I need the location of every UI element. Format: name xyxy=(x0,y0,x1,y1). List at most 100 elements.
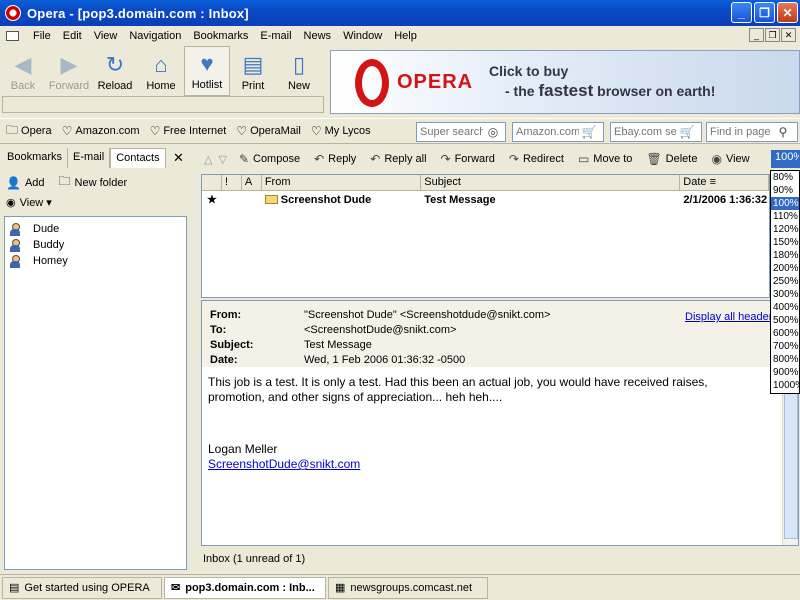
menu-email[interactable]: E-mail xyxy=(254,30,297,42)
menu-file[interactable]: File xyxy=(27,30,57,42)
mdi-minimize-button[interactable]: _ xyxy=(749,28,764,42)
col-from[interactable]: From xyxy=(262,175,422,190)
print-button[interactable]: ▤ Print xyxy=(230,46,276,96)
zoom-option[interactable]: 1000% xyxy=(771,379,799,392)
add-contact-button[interactable]: 👤 Add xyxy=(6,172,45,193)
zoom-option[interactable]: 250% xyxy=(771,275,799,288)
contact-item[interactable]: Homey xyxy=(5,253,186,269)
view-mail-button[interactable]: ◉ View xyxy=(711,152,749,166)
menu-news[interactable]: News xyxy=(298,30,338,42)
zoom-option[interactable]: 800% xyxy=(771,353,799,366)
close-button[interactable]: ✕ xyxy=(777,2,798,23)
home-button[interactable]: ⌂ Home xyxy=(138,46,184,96)
maximize-button[interactable]: ❐ xyxy=(754,2,775,23)
mdi-close-button[interactable]: ✕ xyxy=(781,28,796,42)
star-icon[interactable]: ★ xyxy=(202,193,222,206)
scrollbar-thumb[interactable] xyxy=(784,389,798,539)
personal-item-free-internet[interactable]: ♡ Free Internet xyxy=(150,124,227,138)
col-priority[interactable]: ! xyxy=(222,175,242,190)
reply-all-button[interactable]: ↶ Reply all xyxy=(370,152,426,166)
message-row[interactable]: ★ Screenshot Dude Test Message 2/1/2006 … xyxy=(202,191,769,208)
super-search-input[interactable] xyxy=(417,124,483,140)
close-icon[interactable]: ✕ xyxy=(173,150,184,166)
amazon-search-input[interactable] xyxy=(513,124,579,140)
zoom-option[interactable]: 500% xyxy=(771,314,799,327)
preview-scrollbar[interactable] xyxy=(782,371,798,545)
forward-button[interactable]: ▶ Forward xyxy=(46,46,92,96)
menu-window[interactable]: Window xyxy=(337,30,388,42)
menu-view[interactable]: View xyxy=(88,30,124,42)
cart-icon[interactable]: 🛒 xyxy=(677,124,697,140)
personal-item-operamail[interactable]: ♡ OperaMail xyxy=(236,124,301,138)
signature-email-link[interactable]: ScreenshotDude@snikt.com xyxy=(208,457,360,471)
zoom-option[interactable]: 600% xyxy=(771,327,799,340)
zoom-option[interactable]: 180% xyxy=(771,249,799,262)
zoom-input[interactable]: 100% xyxy=(771,150,800,168)
zoom-option[interactable]: 400% xyxy=(771,301,799,314)
menu-bookmarks[interactable]: Bookmarks xyxy=(187,30,254,42)
move-to-button[interactable]: ▭ Move to xyxy=(578,152,632,166)
zoom-option[interactable]: 80% xyxy=(771,171,799,184)
new-folder-button[interactable]: 🗀 New folder xyxy=(59,172,128,193)
zoom-option[interactable]: 900% xyxy=(771,366,799,379)
search-icon[interactable]: ◎ xyxy=(483,124,503,140)
col-star[interactable] xyxy=(202,175,222,190)
col-subject[interactable]: Subject xyxy=(421,175,681,190)
tab-newsgroups[interactable]: ▦ newsgroups.comcast.net xyxy=(328,576,488,599)
reply-button[interactable]: ↶ Reply xyxy=(314,152,356,166)
tab-contacts[interactable]: Contacts xyxy=(110,148,166,168)
opera-app-icon[interactable] xyxy=(5,5,21,21)
back-arrow-icon: ◀ xyxy=(14,52,32,77)
col-date[interactable]: Date ≡ xyxy=(680,175,769,190)
message-preview: From: "Screenshot Dude" <Screenshotdude@… xyxy=(201,300,799,546)
opera-banner-ad[interactable]: OPERA Click to buy - the fastest browser… xyxy=(330,50,800,114)
zoom-option-selected[interactable]: 100% xyxy=(771,197,799,210)
view-menu-button[interactable]: ◉ View ▾ xyxy=(6,196,52,209)
tab-bookmarks[interactable]: Bookmarks xyxy=(2,148,69,168)
magnifier-icon[interactable]: ⚲ xyxy=(773,124,793,140)
zoom-option[interactable]: 110% xyxy=(771,210,799,223)
redirect-button[interactable]: ↷ Redirect xyxy=(509,152,564,166)
to-value[interactable]: <ScreenshotDude@snikt.com> xyxy=(304,324,456,339)
personal-item-mylycos[interactable]: ♡ My Lycos xyxy=(311,124,371,138)
minimize-button[interactable]: _ xyxy=(731,2,752,23)
ebay-search-input[interactable] xyxy=(611,124,677,140)
reload-button[interactable]: ↻ Reload xyxy=(92,46,138,96)
address-bar-strip[interactable] xyxy=(2,96,324,113)
tab-inbox[interactable]: ✉ pop3.domain.com : Inb... xyxy=(164,576,326,599)
hotlist-button[interactable]: ♥ Hotlist xyxy=(184,46,230,96)
zoom-option[interactable]: 300% xyxy=(771,288,799,301)
amazon-search-field[interactable]: 🛒 xyxy=(512,122,604,142)
tab-get-started[interactable]: ▤ Get started using OPERA xyxy=(2,576,162,599)
contact-item[interactable]: Dude xyxy=(5,221,186,237)
contact-item[interactable]: Buddy xyxy=(5,237,186,253)
new-button[interactable]: ▯ New xyxy=(276,46,322,96)
menu-navigation[interactable]: Navigation xyxy=(123,30,187,42)
zoom-option[interactable]: 150% xyxy=(771,236,799,249)
tab-email[interactable]: E-mail xyxy=(68,148,111,168)
previous-message-icon[interactable]: △ xyxy=(204,153,212,166)
personal-item-opera[interactable]: 🗀 Opera xyxy=(6,121,52,142)
mdi-restore-button[interactable]: ❐ xyxy=(765,28,780,42)
cart-icon[interactable]: 🛒 xyxy=(579,124,599,140)
menu-edit[interactable]: Edit xyxy=(57,30,88,42)
personal-item-amazon[interactable]: ♡ Amazon.com xyxy=(62,124,140,138)
compose-button[interactable]: ✎ Compose xyxy=(239,152,300,166)
mail-window-icon[interactable] xyxy=(6,31,19,41)
ebay-search-field[interactable]: 🛒 xyxy=(610,122,702,142)
from-value[interactable]: "Screenshot Dude" <Screenshotdude@snikt.… xyxy=(304,309,550,324)
zoom-option[interactable]: 700% xyxy=(771,340,799,353)
menu-help[interactable]: Help xyxy=(388,30,423,42)
next-message-icon[interactable]: ▽ xyxy=(218,153,226,166)
find-in-page-field[interactable]: ⚲ xyxy=(706,122,798,142)
zoom-option[interactable]: 120% xyxy=(771,223,799,236)
back-button[interactable]: ◀ Back xyxy=(0,46,46,96)
col-attachment[interactable]: A xyxy=(242,175,262,190)
super-search-field[interactable]: ◎ xyxy=(416,122,506,142)
delete-button[interactable]: 🗑 Delete xyxy=(646,152,697,166)
zoom-option[interactable]: 200% xyxy=(771,262,799,275)
display-all-headers-link[interactable]: Display all headers xyxy=(685,311,778,323)
forward-mail-button[interactable]: ↷ Forward xyxy=(441,152,495,166)
zoom-option[interactable]: 90% xyxy=(771,184,799,197)
find-in-page-input[interactable] xyxy=(707,124,773,140)
